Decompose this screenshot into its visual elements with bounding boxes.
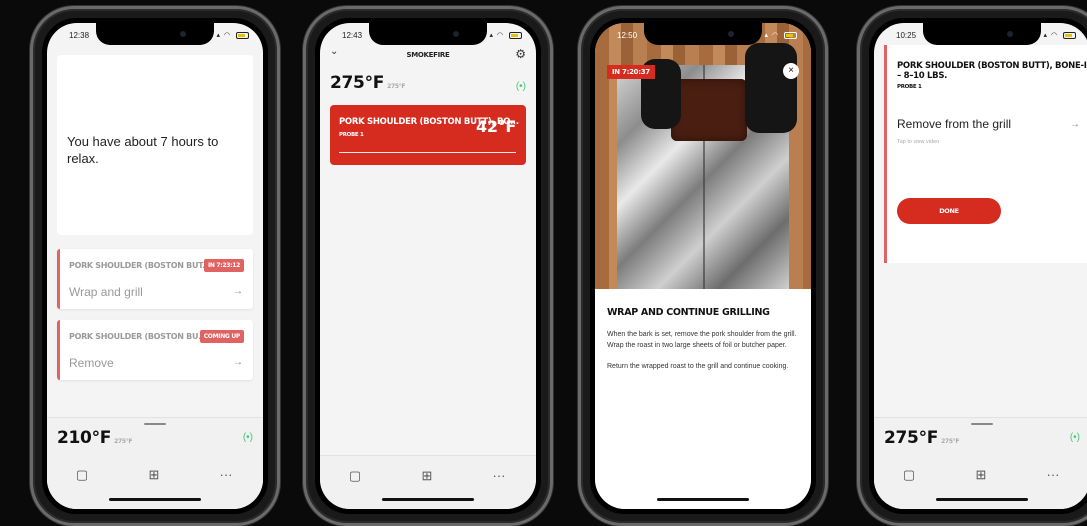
drag-handle[interactable] bbox=[971, 423, 993, 425]
grill-target-temp: 275°F bbox=[114, 438, 133, 445]
screen-smokefire: 12:43 ▴ ◠ ⌄ SMOKEFIRE ⚙ 275°F 275°F (•) P… bbox=[320, 23, 536, 509]
tab-add-icon[interactable]: ⊞ bbox=[139, 467, 169, 483]
signal-battery-icon: ▴ ◠ bbox=[489, 31, 522, 39]
grill-temperature: 275°F 275°F bbox=[330, 73, 406, 93]
notch bbox=[923, 23, 1041, 45]
relax-card: You have about 7 hours to relax. bbox=[57, 55, 253, 235]
phone-frame-2: 12:43 ▴ ◠ ⌄ SMOKEFIRE ⚙ 275°F 275°F (•) P… bbox=[303, 6, 553, 526]
tab-device-icon[interactable]: ▢ bbox=[340, 468, 370, 484]
probe-card[interactable]: PORK SHOULDER (BOSTON BUTT), BO... PROBE… bbox=[330, 105, 526, 165]
tab-bar: ▢ ⊞ ··· bbox=[47, 455, 263, 509]
instruction-heading: WRAP AND CONTINUE GRILLING bbox=[607, 307, 770, 318]
step-action[interactable]: Remove from the grill bbox=[897, 117, 1011, 131]
probe-temperature: 42°F bbox=[476, 117, 516, 136]
task-action: Remove bbox=[69, 356, 114, 370]
phone-frame-1: 12:38 ▴ ◠ You have about 7 hours to rela… bbox=[30, 6, 280, 526]
screen-relax: 12:38 ▴ ◠ You have about 7 hours to rela… bbox=[47, 23, 263, 509]
page-title: SMOKEFIRE bbox=[406, 51, 450, 59]
food-title: PORK SHOULDER (BOSTON BUTT), BONE-IN – 8… bbox=[897, 61, 1087, 81]
done-button[interactable]: DONE bbox=[897, 198, 1001, 224]
screen-remove: 10:25 ▴ ◠ PORK SHOULDER (BOSTON BUTT), B… bbox=[874, 23, 1087, 509]
timer-badge: IN 7:20:37 bbox=[607, 65, 655, 79]
tab-bar: ▢ ⊞ ··· bbox=[320, 455, 536, 509]
signal-battery-icon: ▴ ◠ bbox=[764, 31, 797, 39]
probe-label: PROBE 1 bbox=[897, 84, 922, 90]
notch bbox=[644, 23, 762, 45]
tab-more-icon[interactable]: ··· bbox=[1038, 467, 1068, 482]
instruction-paragraph: Return the wrapped roast to the grill an… bbox=[607, 363, 789, 370]
tab-more-icon[interactable]: ··· bbox=[484, 468, 514, 483]
tab-device-icon[interactable]: ▢ bbox=[894, 467, 924, 483]
task-title: PORK SHOULDER (BOSTON BUT... bbox=[69, 261, 211, 270]
status-time: 12:38 bbox=[69, 31, 90, 40]
task-coming-badge: COMING UP bbox=[199, 330, 244, 343]
probe-label: PROBE 1 bbox=[339, 132, 364, 138]
task-timer-badge: IN 7:23:12 bbox=[203, 259, 244, 272]
arrow-right-icon[interactable]: → bbox=[233, 286, 243, 297]
grill-temperature: 275°F 275°F bbox=[884, 428, 960, 448]
signal-battery-icon: ▴ ◠ bbox=[216, 31, 249, 39]
screen-instruction: 12:50 ▴ ◠ IN 7:20:37 × WRAP AND CONTINUE… bbox=[595, 23, 811, 509]
home-indicator bbox=[109, 498, 201, 501]
video-hint[interactable]: Tap to view video bbox=[897, 139, 939, 145]
glove-right bbox=[745, 43, 797, 133]
tab-bar: ▢ ⊞ ··· bbox=[874, 455, 1087, 509]
instruction-photo[interactable]: IN 7:20:37 × bbox=[595, 23, 811, 289]
arrow-right-icon[interactable]: → bbox=[1070, 119, 1080, 130]
step-card: PORK SHOULDER (BOSTON BUTT), BONE-IN – 8… bbox=[884, 45, 1087, 263]
home-indicator bbox=[936, 498, 1028, 501]
grill-temp-panel[interactable]: 275°F 275°F (•) ▢ ⊞ ··· bbox=[874, 417, 1087, 509]
signal-battery-icon: ▴ ◠ bbox=[1043, 31, 1076, 39]
close-icon[interactable]: × bbox=[783, 63, 799, 79]
home-indicator bbox=[382, 498, 474, 501]
pork-shoulder bbox=[671, 79, 747, 141]
tab-add-icon[interactable]: ⊞ bbox=[412, 468, 442, 484]
home-indicator bbox=[657, 498, 749, 501]
grill-target-temp: 275°F bbox=[387, 83, 406, 90]
tab-more-icon[interactable]: ··· bbox=[211, 467, 241, 482]
grill-target-temp: 275°F bbox=[941, 438, 960, 445]
app-header: ⌄ SMOKEFIRE ⚙ bbox=[320, 45, 536, 65]
status-time: 12:43 bbox=[342, 31, 363, 40]
arrow-right-icon[interactable]: → bbox=[233, 357, 243, 368]
task-card-wrap[interactable]: PORK SHOULDER (BOSTON BUT... IN 7:23:12 … bbox=[57, 249, 253, 309]
progress-line bbox=[339, 152, 516, 153]
instruction-paragraph: When the bark is set, remove the pork sh… bbox=[607, 331, 797, 349]
connection-icon: (•) bbox=[1069, 432, 1080, 443]
tab-device-icon[interactable]: ▢ bbox=[67, 467, 97, 483]
connection-icon: (•) bbox=[242, 432, 253, 443]
status-time: 10:25 bbox=[896, 31, 917, 40]
gear-icon[interactable]: ⚙ bbox=[515, 47, 526, 61]
instruction-body: WRAP AND CONTINUE GRILLING When the bark… bbox=[595, 289, 811, 509]
task-card-remove[interactable]: PORK SHOULDER (BOSTON BU... COMING UP Re… bbox=[57, 320, 253, 380]
phone-frame-3: 12:50 ▴ ◠ IN 7:20:37 × WRAP AND CONTINUE… bbox=[578, 6, 828, 526]
phone-frame-4: 10:25 ▴ ◠ PORK SHOULDER (BOSTON BUTT), B… bbox=[857, 6, 1087, 526]
task-action: Wrap and grill bbox=[69, 285, 143, 299]
tab-add-icon[interactable]: ⊞ bbox=[966, 467, 996, 483]
task-title: PORK SHOULDER (BOSTON BU... bbox=[69, 332, 207, 341]
drag-handle[interactable] bbox=[144, 423, 166, 425]
grill-temp-panel[interactable]: 210°F 275°F (•) ▢ ⊞ ··· bbox=[47, 417, 263, 509]
status-time: 12:50 bbox=[617, 31, 638, 40]
notch bbox=[96, 23, 214, 45]
grill-temperature: 210°F 275°F bbox=[57, 428, 133, 448]
notch bbox=[369, 23, 487, 45]
relax-message: You have about 7 hours to relax. bbox=[67, 134, 219, 166]
connection-icon: (•) bbox=[515, 81, 526, 92]
